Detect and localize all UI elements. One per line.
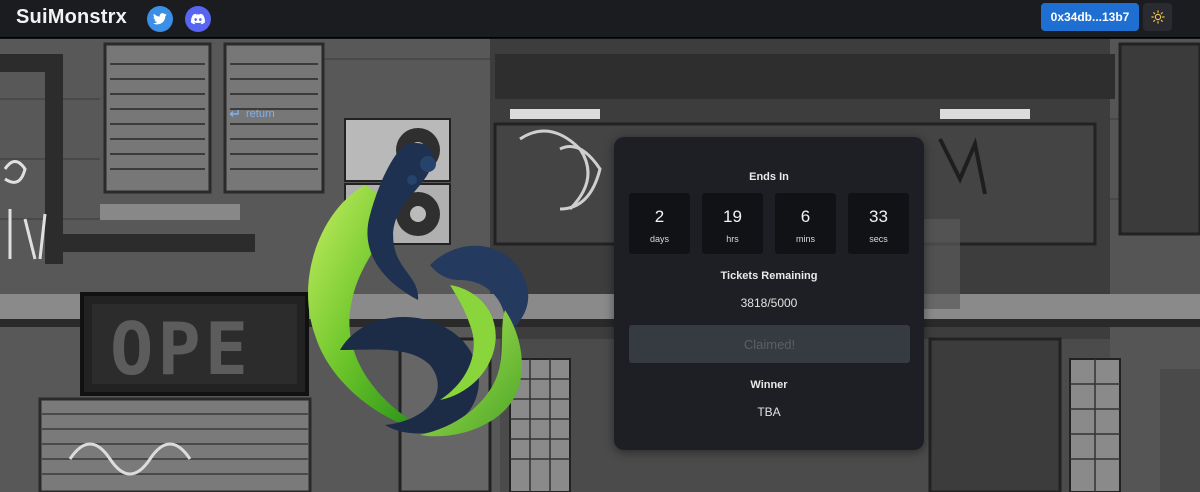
countdown-days-unit: days [649, 234, 669, 244]
sun-icon[interactable] [1143, 3, 1172, 31]
brand-name[interactable]: SuiMonstrx [16, 6, 127, 29]
countdown-minutes-value: 6 [800, 207, 811, 226]
tickets-remaining-value: 3818/5000 [740, 296, 798, 310]
countdown-minutes: 6 mins [775, 193, 836, 254]
discord-icon[interactable] [185, 6, 211, 32]
winner-value: TBA [757, 405, 781, 419]
countdown-days: 2 days [629, 193, 690, 254]
countdown-hours-value: 19 [723, 207, 742, 226]
project-logo [308, 142, 529, 437]
countdown-minutes-unit: mins [795, 234, 815, 244]
countdown-days-value: 2 [654, 207, 665, 226]
raffle-card: Ends In 2 days 19 hrs 6 mins 33 secs Tic… [614, 137, 924, 450]
countdown-seconds-value: 33 [869, 207, 888, 226]
countdown-seconds-unit: secs [869, 234, 888, 244]
countdown-hours-unit: hrs [726, 234, 739, 244]
return-label: return [246, 108, 275, 120]
countdown-seconds: 33 secs [848, 193, 909, 254]
hero-background: OPE [0, 39, 1200, 492]
svg-text:OPE: OPE [110, 307, 252, 391]
claimed-button[interactable]: Claimed! [629, 325, 910, 363]
top-navigation-bar: SuiMonstrx 0x34db...13b7 [0, 0, 1200, 38]
ends-in-label: Ends In [749, 171, 789, 183]
wallet-address-button[interactable]: 0x34db...13b7 [1041, 3, 1139, 31]
return-link[interactable]: return [228, 108, 275, 120]
city-alley-illustration: OPE [0, 39, 1200, 492]
countdown-hours: 19 hrs [702, 193, 763, 254]
tickets-remaining-label: Tickets Remaining [720, 270, 818, 282]
winner-label: Winner [750, 379, 788, 391]
return-arrow-icon [229, 110, 239, 117]
twitter-icon[interactable] [147, 6, 173, 32]
